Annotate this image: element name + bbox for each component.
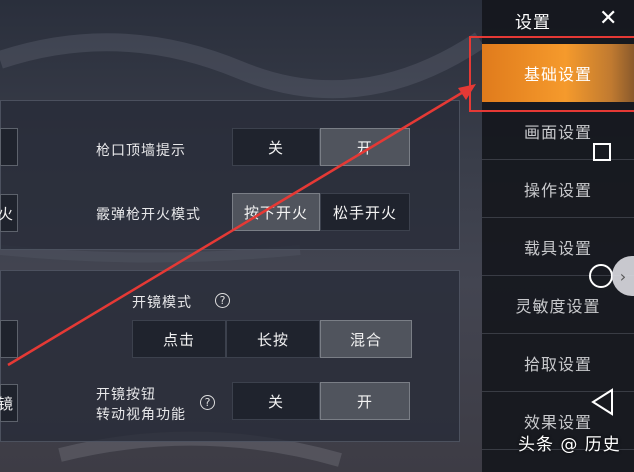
annotation-arrow: [7, 84, 476, 367]
watermark: 头条 @ 历史: [518, 435, 621, 455]
